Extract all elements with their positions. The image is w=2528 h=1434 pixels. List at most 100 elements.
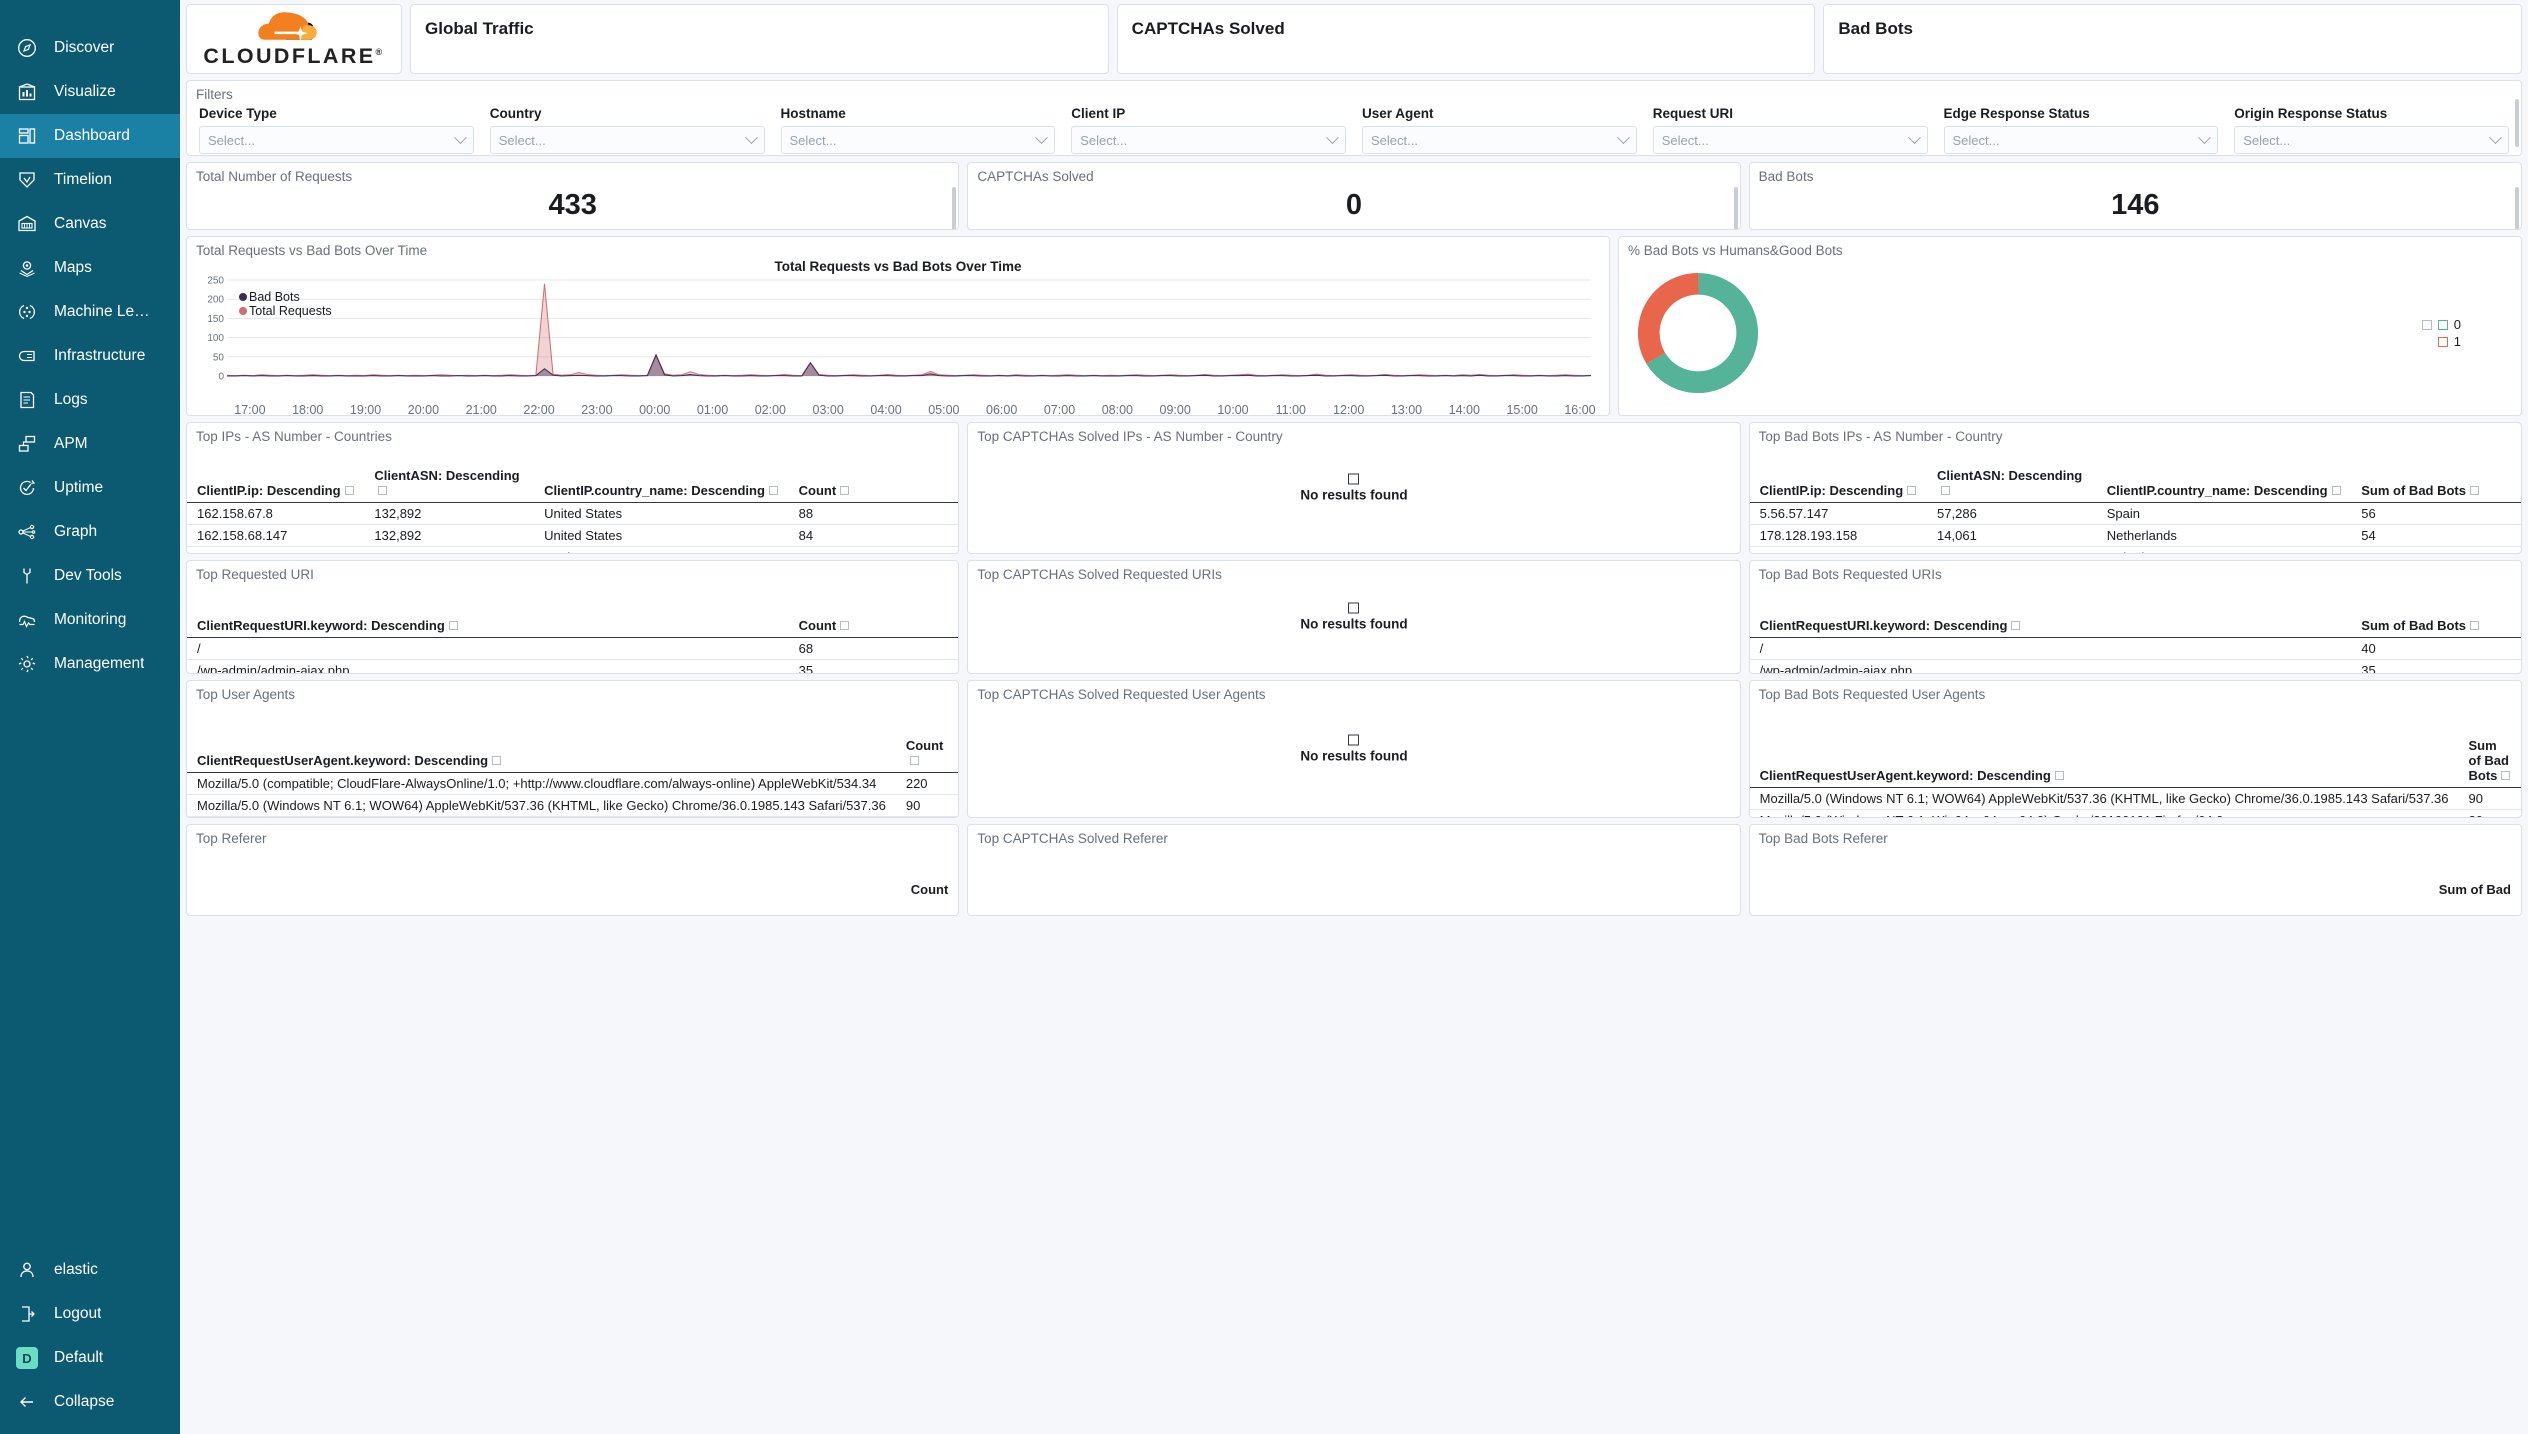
filter-select-request-uri[interactable]: Select... (1652, 126, 1928, 154)
donut-chart[interactable] (1633, 268, 1763, 398)
legend-filter-icon[interactable] (2421, 319, 2432, 330)
sidebar-item-label: Graph (54, 523, 98, 540)
metric-scrollbar-captchas-solved[interactable] (1733, 187, 1738, 229)
filter-select-device-type[interactable]: Select... (199, 126, 474, 154)
table-cell: 5.56.57.147 (187, 546, 365, 553)
sidebar-item-label: APM (54, 435, 88, 452)
filters-title: Filters (196, 87, 233, 102)
x-tick-label: 03:00 (812, 403, 844, 416)
metric-total-requests: Total Number of Requests 433 (186, 162, 960, 230)
sidebar-item-discover[interactable]: Discover (0, 26, 180, 70)
x-tick-label: 19:00 (349, 403, 382, 416)
sidebar-footer-default[interactable]: D Default (0, 1336, 180, 1380)
metric-scrollbar-total-requests[interactable] (952, 187, 957, 229)
sort-toggle-icon[interactable] (344, 486, 354, 495)
sidebar-footer-elastic[interactable]: elastic (0, 1248, 180, 1292)
sort-toggle-icon[interactable] (1907, 486, 1917, 495)
filters-scrollbar[interactable] (2515, 99, 2519, 147)
col-header[interactable]: ClientRequestUserAgent.keyword: Descendi… (187, 736, 896, 773)
sidebar-footer-label: elastic (54, 1261, 98, 1278)
legend-item-bad-bots[interactable]: Bad Bots (239, 290, 332, 304)
col-header[interactable]: ClientIP.country_name: Descending (2096, 466, 2352, 503)
filter-select-user-agent[interactable]: Select... (1362, 126, 1637, 154)
col-header-count[interactable]: Count (187, 880, 958, 901)
sort-toggle-icon[interactable] (492, 756, 502, 765)
sidebar-item-visualize[interactable]: Visualize (0, 70, 180, 114)
col-header[interactable]: Sum of Bad Bots (2458, 736, 2521, 788)
filter-label-edge-response-status: Edge Response Status (1943, 106, 2090, 121)
panel-title-bad-bots: Bad Bots (1838, 19, 1913, 38)
col-header[interactable]: Count (895, 736, 959, 773)
sort-toggle-icon[interactable] (768, 486, 778, 495)
filter-select-client-ip[interactable]: Select... (1071, 126, 1346, 154)
sort-toggle-icon[interactable] (448, 621, 458, 630)
donut-legend-item-1[interactable]: 1 (2422, 333, 2461, 350)
donut-legend: 0 1 (2421, 316, 2461, 350)
sidebar-item-infrastructure[interactable]: Infrastructure (0, 334, 180, 378)
sidebar-item-apm[interactable]: APM (0, 422, 180, 466)
col-header[interactable]: Count (788, 616, 959, 638)
filter-group-client-ip: Client IP Select... (1071, 106, 1346, 154)
col-header-sum-of-bad[interactable]: Sum of Bad (1750, 880, 2521, 901)
col-header[interactable]: ClientRequestURI.keyword: Descending (187, 616, 789, 638)
filter-select-hostname[interactable]: Select... (780, 126, 1056, 154)
filter-select-country[interactable]: Select... (489, 126, 765, 154)
sidebar-item-graph[interactable]: Graph (0, 510, 180, 554)
donut-legend-item-0[interactable]: 0 (2421, 316, 2461, 333)
col-header[interactable]: ClientIP.ip: Descending (1749, 466, 1928, 503)
col-header[interactable]: ClientASN: Descending (1927, 466, 2097, 503)
sort-toggle-icon[interactable] (909, 756, 919, 765)
empty-state-text: No results found (1300, 487, 1408, 503)
sort-toggle-icon[interactable] (2331, 486, 2341, 495)
panel-title-top-uri: Top Requested URI (196, 567, 314, 582)
sidebar-item-dashboard[interactable]: Dashboard (0, 114, 180, 158)
sidebar-item-maps[interactable]: Maps (0, 246, 180, 290)
table-cell: United States (2096, 546, 2352, 553)
sort-toggle-icon[interactable] (2470, 621, 2480, 630)
filter-select-edge-response-status[interactable]: Select... (1943, 126, 2219, 154)
sort-toggle-icon[interactable] (2501, 771, 2511, 780)
sort-toggle-icon[interactable] (378, 486, 388, 495)
maps-icon (16, 257, 38, 279)
sidebar-footer-logout[interactable]: Logout (0, 1292, 180, 1336)
panel-title-global-traffic: Global Traffic (425, 19, 534, 38)
sidebar-item-dev-tools[interactable]: Dev Tools (0, 554, 180, 598)
sort-toggle-icon[interactable] (840, 486, 850, 495)
metric-title-bad-bots: Bad Bots (1758, 169, 1814, 184)
sort-toggle-icon[interactable] (1941, 486, 1951, 495)
sidebar-item-monitoring[interactable]: Monitoring (0, 598, 180, 642)
gear-icon (16, 653, 38, 675)
col-header[interactable]: ClientIP.ip: Descending (187, 466, 365, 503)
sidebar-item-machine-le[interactable]: Machine Le… (0, 290, 180, 334)
col-header[interactable]: ClientASN: Descending (364, 466, 535, 503)
legend-item-total-requests[interactable]: Total Requests (239, 304, 332, 318)
metric-scrollbar-bad-bots[interactable] (2514, 187, 2519, 229)
metric-value-total-requests: 433 (548, 189, 597, 221)
sort-toggle-icon[interactable] (840, 621, 850, 630)
donut-slice-1[interactable] (1637, 272, 1759, 394)
sort-toggle-icon[interactable] (2470, 486, 2479, 495)
filter-select-origin-response-status[interactable]: Select... (2234, 126, 2509, 154)
sidebar-item-logs[interactable]: Logs (0, 378, 180, 422)
timeseries-chart-area[interactable]: 0 50 100 150 200 250 Bad Bots Total Requests (193, 276, 1597, 402)
metric-title-captchas-solved: CAPTCHAs Solved (977, 169, 1094, 184)
sidebar-item-uptime[interactable]: Uptime (0, 466, 180, 510)
sidebar-item-management[interactable]: Management (0, 642, 180, 686)
col-header[interactable]: ClientRequestURI.keyword: Descending (1749, 616, 2352, 638)
col-header[interactable]: ClientRequestUserAgent.keyword: Descendi… (1749, 736, 2459, 788)
uptime-icon (16, 477, 38, 499)
empty-state-captcha-ua: No results found (968, 734, 1739, 764)
sidebar-item-timelion[interactable]: Timelion (0, 158, 180, 202)
col-header[interactable]: Sum of Bad Bots (2351, 466, 2521, 503)
chevron-down-icon (1616, 130, 1630, 144)
dashboard-icon (16, 125, 38, 147)
col-header[interactable]: Count (788, 466, 959, 503)
sidebar-footer-collapse[interactable]: Collapse (0, 1380, 180, 1424)
col-header[interactable]: ClientIP.country_name: Descending (534, 466, 789, 503)
chevron-down-icon (2489, 130, 2502, 144)
sidebar-item-canvas[interactable]: Canvas (0, 202, 180, 246)
col-header[interactable]: Sum of Bad Bots (2351, 616, 2521, 638)
sort-toggle-icon[interactable] (2054, 771, 2064, 780)
sort-toggle-icon[interactable] (2011, 621, 2021, 630)
